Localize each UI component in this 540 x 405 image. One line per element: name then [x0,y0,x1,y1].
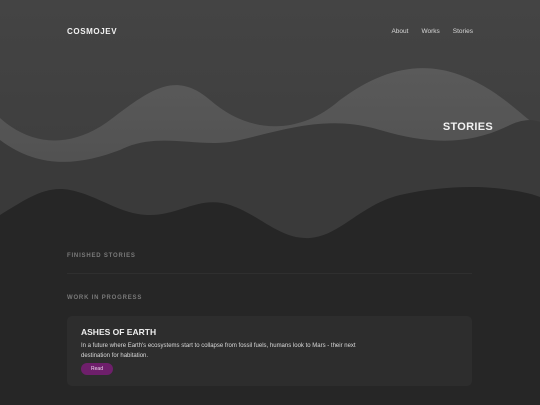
story-card: ASHES OF EARTH In a future where Earth's… [67,316,472,386]
top-nav: COSMOJEV About Works Stories [0,0,540,64]
nav-links: About Works Stories [391,28,473,35]
nav-about-link[interactable]: About [391,28,408,35]
section-divider [67,273,472,274]
page-title: STORIES [442,121,493,133]
read-button[interactable]: Read [81,363,113,375]
brand-logo[interactable]: COSMOJEV [67,27,117,36]
nav-works-link[interactable]: Works [421,28,439,35]
nav-stories-link[interactable]: Stories [453,28,473,35]
story-title: ASHES OF EARTH [81,327,157,337]
story-description: In a future where Earth's ecosystems sta… [81,343,356,359]
finished-stories-heading: FINISHED STORIES [67,253,136,259]
work-in-progress-heading: WORK IN PROGRESS [67,295,143,301]
